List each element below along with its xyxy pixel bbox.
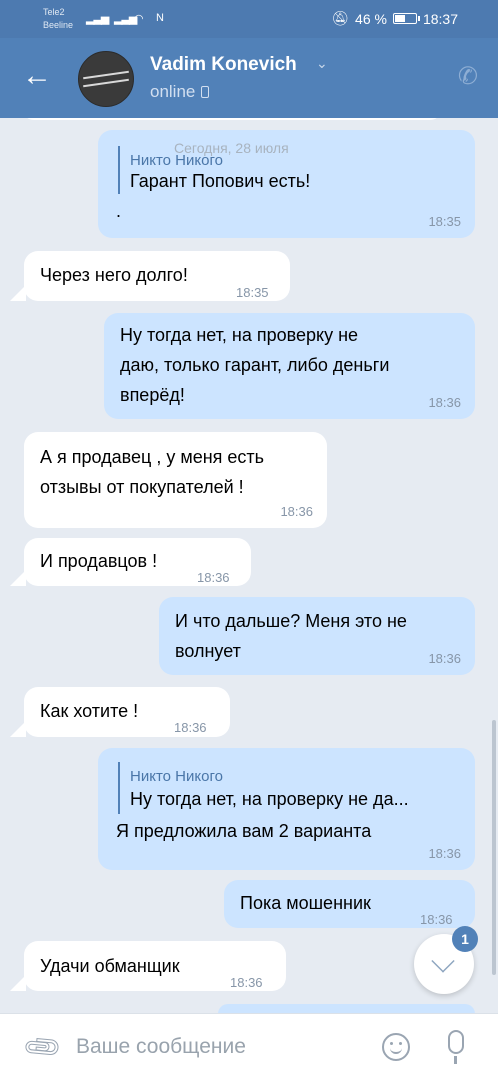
message-time: 18:36 — [428, 651, 461, 666]
message-input[interactable] — [76, 1032, 366, 1062]
message-text: Как хотите ! — [40, 701, 139, 721]
message-time: 18:36 — [428, 395, 461, 410]
message-outgoing[interactable]: Сегодня, 28 июля Никто Никого Гарант Поп… — [98, 130, 475, 238]
status-bar: Tele2 Beeline ▂▃▅ ▂▃▅ ◠ N 🔕︎ 46 % 18:37 — [0, 0, 498, 38]
message-incoming[interactable]: И продавцов ! 18:36 — [24, 538, 251, 586]
back-arrow-icon[interactable]: ← — [22, 58, 52, 94]
unread-badge: 1 — [452, 926, 478, 952]
message-text: И продавцов ! — [40, 551, 158, 571]
wifi-icon: ◠ — [134, 13, 144, 25]
reply-quote: Гарант Попович есть! — [130, 171, 311, 191]
nfc-icon: N — [156, 12, 164, 24]
message-line: И что дальше? Меня это не — [175, 611, 407, 631]
message-text: Удачи обманщик — [40, 956, 180, 976]
chevron-down-icon[interactable]: ⌄ — [316, 55, 328, 72]
message-incoming[interactable]: Удачи обманщик 18:36 — [24, 941, 286, 991]
attach-icon[interactable]: 📎︎ — [20, 1025, 65, 1070]
message-incoming[interactable]: Как хотите ! 18:36 — [24, 687, 230, 737]
message-line: А я продавец , у меня есть — [40, 447, 265, 467]
mobile-icon — [201, 86, 210, 98]
message-text: . — [116, 201, 122, 221]
message-line: Ну тогда нет, на проверку не — [120, 325, 359, 345]
message-text: Я предложила вам 2 варианта — [116, 821, 372, 841]
message-time: 18:36 — [280, 504, 313, 519]
message-line: вперёд! — [120, 385, 185, 405]
message-outgoing[interactable]: Пока мошенник 18:36 — [224, 880, 475, 928]
message-time: 18:35 — [236, 285, 269, 300]
emoji-icon[interactable] — [382, 1033, 410, 1061]
avatar[interactable] — [78, 51, 134, 107]
battery-percent: 46 % — [355, 10, 387, 27]
message-time: 18:35 — [428, 214, 461, 229]
message-list[interactable]: Сегодня, 28 июля Никто Никого Гарант Поп… — [0, 118, 498, 1013]
carrier-1: Tele2 — [43, 7, 65, 17]
message-incoming[interactable]: А я продавец , у меня есть отзывы от пок… — [24, 432, 327, 528]
carrier-names: Tele2 Beeline — [43, 6, 73, 32]
contact-status: online — [150, 82, 210, 102]
reply-quote: Ну тогда нет, на проверку не да... — [130, 789, 409, 809]
chat-header: ← Vadim Konevich ⌄ online ✆ — [0, 38, 498, 118]
message-composer: 📎︎ — [0, 1013, 498, 1080]
clock: 18:37 — [422, 10, 458, 27]
message-time: 18:36 — [197, 570, 230, 585]
message-line: волнует — [175, 641, 241, 661]
mute-icon: 🔕︎ — [331, 10, 350, 26]
message-outgoing-partial — [218, 1004, 475, 1013]
battery-icon — [392, 13, 420, 24]
chevron-down-icon — [431, 949, 455, 973]
message-outgoing[interactable]: Ну тогда нет, на проверку не даю, только… — [104, 313, 475, 419]
carrier-2: Beeline — [43, 20, 74, 30]
message-line: даю, только гарант, либо деньги — [120, 355, 390, 375]
scrollbar[interactable] — [492, 720, 496, 975]
message-time: 18:36 — [174, 720, 207, 735]
message-text: Пока мошенник — [240, 893, 371, 913]
phone-call-icon[interactable]: ✆ — [458, 62, 478, 91]
online-label: online — [150, 82, 196, 101]
contact-name[interactable]: Vadim Konevich — [150, 54, 297, 76]
message-outgoing[interactable]: И что дальше? Меня это не волнует 18:36 — [159, 597, 475, 675]
signal-icon: ▂▃▅ — [86, 13, 109, 25]
message-time: 18:36 — [428, 846, 461, 861]
message-text: Через него долго! — [40, 265, 188, 285]
message-time: 18:36 — [230, 975, 263, 990]
status-right: 🔕︎ 46 % 18:37 — [331, 10, 458, 27]
previous-message-bubble — [22, 118, 442, 120]
message-incoming[interactable]: Через него долго! 18:35 — [24, 251, 290, 301]
microphone-icon[interactable] — [448, 1030, 464, 1064]
message-time: 18:36 — [420, 912, 453, 927]
message-line: отзывы от покупателей ! — [40, 477, 244, 497]
message-outgoing[interactable]: Никто Никого Ну тогда нет, на проверку н… — [98, 748, 475, 870]
